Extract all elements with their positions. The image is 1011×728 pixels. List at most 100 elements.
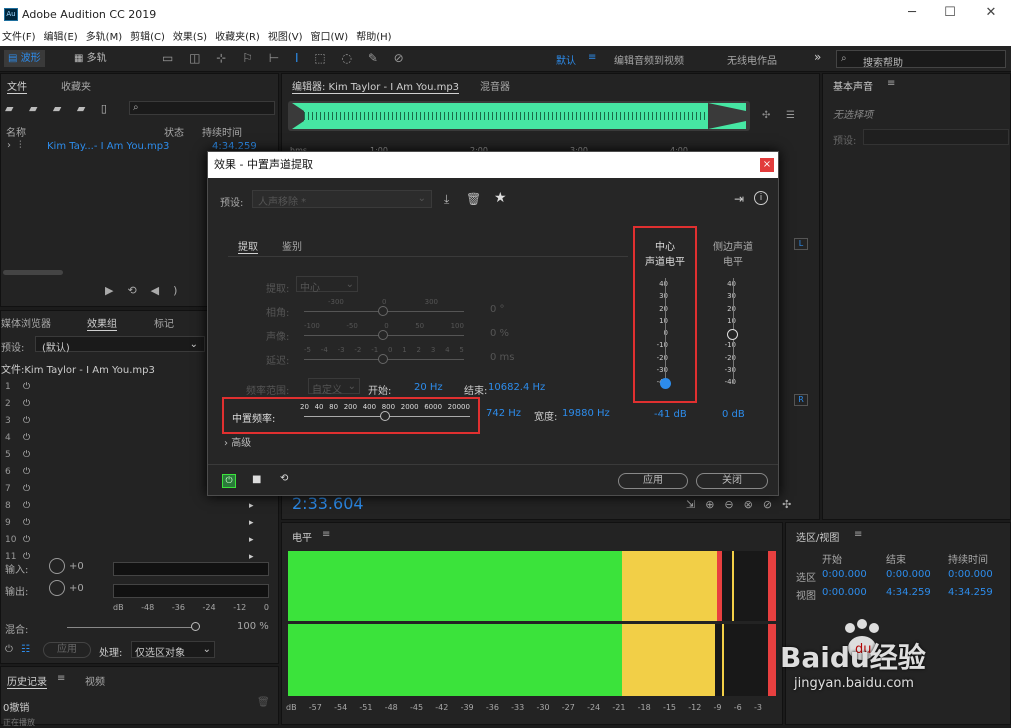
workspace-edit-video[interactable]: 编辑音频到视频 — [614, 52, 684, 67]
menu-effects[interactable]: 效果(S) — [173, 30, 207, 46]
horizontal-scrollbar[interactable] — [3, 270, 63, 275]
list-icon[interactable]: ☷ — [21, 644, 30, 655]
mix-slider[interactable] — [67, 627, 197, 628]
process-select[interactable]: 仅选区对象 ⌄ — [131, 641, 215, 659]
delete-preset-icon[interactable]: 🗑 — [466, 192, 481, 206]
tab-history[interactable]: 历史记录 — [7, 673, 47, 689]
selection-duration[interactable]: 0:00.000 — [948, 569, 993, 580]
time-selection-tool-icon[interactable]: I — [295, 51, 305, 65]
selection-menu-icon[interactable]: ≡ — [854, 529, 862, 540]
freq-range-select[interactable]: 自定义 ⌄ — [308, 378, 360, 396]
basic-sound-menu-icon[interactable]: ≡ — [887, 78, 895, 89]
tab-media-browser[interactable]: 媒体浏览器 — [1, 315, 51, 330]
tab-video[interactable]: 视频 — [85, 673, 105, 688]
delay-value[interactable]: 0 ms — [490, 352, 515, 363]
clip-indicator[interactable] — [768, 624, 776, 696]
center-level-knob[interactable] — [660, 378, 671, 389]
power-icon[interactable]: ⏻ — [23, 481, 30, 497]
zoom-controls[interactable]: ⇲⊕⊖⊗⊘✣ — [686, 498, 801, 511]
clip-indicator[interactable] — [768, 551, 776, 621]
file-search-input[interactable]: ⌕ — [129, 101, 275, 115]
stop-icon[interactable]: ■ — [252, 474, 261, 485]
column-name[interactable]: 名称 — [6, 124, 26, 139]
delay-slider-knob[interactable] — [378, 354, 388, 364]
more-workspaces-icon[interactable]: » — [814, 50, 821, 64]
power-toggle-icon[interactable]: ⏻ — [222, 474, 236, 488]
input-gain-value[interactable]: +0 — [69, 561, 84, 572]
preview-controls[interactable]: ▶⟲◀) — [105, 284, 191, 297]
save-preset-icon[interactable]: ⤓ — [444, 192, 449, 207]
overview-waveform[interactable] — [288, 101, 750, 131]
slot-arrow-icon[interactable]: ▸ — [249, 498, 254, 514]
tool-icons[interactable]: ▭ ◫ ⊹ ⚐ ⊢ I ⬚ ◌ ✎ ⊘ — [162, 51, 410, 65]
column-duration[interactable]: 持续时间 — [202, 124, 242, 139]
center-level-value[interactable]: -41 dB — [654, 409, 687, 420]
side-level-value[interactable]: 0 dB — [722, 409, 745, 420]
dialog-apply-button[interactable]: 应用 — [618, 473, 688, 489]
dialog-preset-select[interactable]: 人声移除 * ⌄ — [252, 190, 432, 208]
rack-preset-select[interactable]: (默认) ⌄ — [35, 336, 205, 354]
close-window-button[interactable]: ✕ — [981, 5, 1001, 20]
tab-effects-rack[interactable]: 效果组 — [87, 315, 117, 331]
tab-mixer[interactable]: 混音器 — [480, 78, 510, 93]
power-icon[interactable]: ⏻ — [23, 464, 30, 480]
tab-extract[interactable]: 提取 — [238, 238, 258, 254]
history-item[interactable]: 0撤销 — [3, 699, 29, 714]
tab-discrimination[interactable]: 鉴别 — [282, 238, 302, 253]
selection-end[interactable]: 0:00.000 — [886, 569, 931, 580]
trash-icon[interactable]: 🗑 — [257, 697, 270, 708]
loop-icon[interactable]: ⟲ — [280, 473, 288, 484]
phase-value[interactable]: 0 ° — [490, 304, 505, 315]
file-actions-icons[interactable]: ▰ ▰ ▰ ▰ ▯ — [5, 102, 113, 115]
menu-favorites[interactable]: 收藏夹(R) — [215, 30, 260, 46]
power-icon[interactable]: ⏻ — [23, 498, 30, 514]
tab-markers[interactable]: 标记 — [154, 315, 174, 330]
maximize-button[interactable]: ☐ — [940, 5, 960, 20]
tab-files[interactable]: 文件 — [7, 78, 27, 94]
width-value[interactable]: 19880 Hz — [562, 408, 610, 419]
expand-icon[interactable]: › — [7, 140, 11, 151]
multitrack-mode-button[interactable]: ▦ 多轨 — [70, 50, 111, 67]
end-value[interactable]: 10682.4 Hz — [488, 382, 545, 393]
phase-slider-knob[interactable] — [378, 306, 388, 316]
view-end[interactable]: 4:34.259 — [886, 587, 931, 598]
menu-edit[interactable]: 编辑(E) — [44, 30, 78, 46]
minimize-button[interactable]: ─ — [902, 5, 922, 20]
input-gain-knob[interactable] — [49, 558, 65, 574]
menu-multitrack[interactable]: 多轨(M) — [86, 30, 122, 46]
power-icon[interactable]: ⏻ — [23, 379, 30, 395]
power-icon[interactable]: ⏻ — [23, 396, 30, 412]
selection-start[interactable]: 0:00.000 — [822, 569, 867, 580]
workspace-default[interactable]: 默认 — [556, 52, 576, 67]
mix-slider-knob[interactable] — [191, 622, 200, 631]
menu-file[interactable]: 文件(F) — [2, 30, 36, 46]
extract-select[interactable]: 中心 ⌄ — [296, 276, 358, 294]
pan-slider-knob[interactable] — [378, 330, 388, 340]
basic-preset-select[interactable] — [863, 129, 1009, 145]
slot-arrow-icon[interactable]: ▸ — [249, 532, 254, 548]
channel-left-toggle[interactable]: L — [794, 238, 808, 250]
effect-slot[interactable]: 9 ⏻ ▸ — [1, 515, 280, 532]
power-icon[interactable]: ⏻ — [5, 644, 13, 655]
info-icon[interactable]: i — [754, 191, 768, 205]
effect-slot[interactable]: 8 ⏻ ▸ — [1, 498, 280, 515]
slot-arrow-icon[interactable]: ▸ — [249, 515, 254, 531]
power-icon[interactable]: ⏻ — [23, 515, 30, 531]
search-help-field[interactable]: ⌕ 搜索帮助 — [836, 50, 1006, 69]
dialog-close-icon[interactable]: × — [760, 158, 774, 172]
pan-value[interactable]: 0 % — [490, 328, 509, 339]
list-view-icon[interactable]: ☰ — [786, 110, 795, 121]
center-freq-value[interactable]: 742 Hz — [486, 408, 521, 419]
workspace-menu-icon[interactable]: ≡ — [588, 52, 596, 63]
menu-view[interactable]: 视图(V) — [268, 30, 303, 46]
column-status[interactable]: 状态 — [164, 124, 184, 139]
menu-clip[interactable]: 剪辑(C) — [130, 30, 165, 46]
view-start[interactable]: 0:00.000 — [822, 587, 867, 598]
advanced-toggle[interactable]: › 高级 — [224, 434, 251, 449]
workspace-radio[interactable]: 无线电作品 — [727, 52, 777, 67]
routing-icon[interactable]: ⇥ — [734, 192, 744, 206]
center-level-fader[interactable] — [665, 278, 666, 384]
power-icon[interactable]: ⏻ — [23, 413, 30, 429]
waveform-mode-button[interactable]: ▤ 波形 — [4, 50, 45, 67]
tab-favorites[interactable]: 收藏夹 — [61, 78, 91, 93]
